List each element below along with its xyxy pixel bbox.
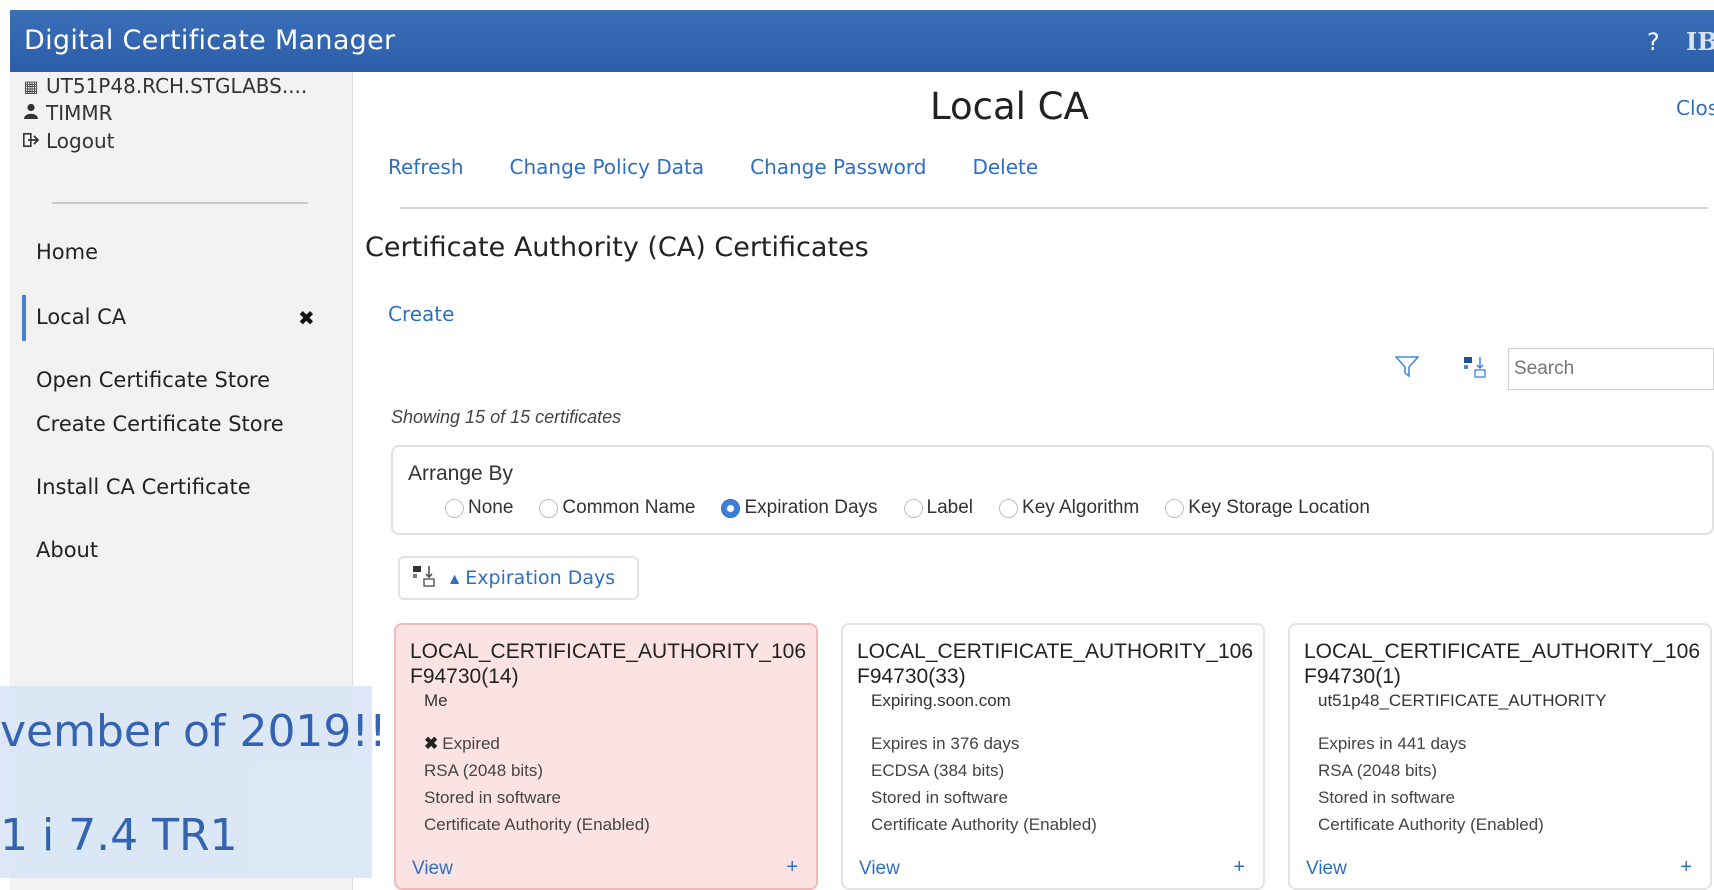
radio-label: Key Storage Location <box>1188 497 1370 518</box>
change-policy-data-link[interactable]: Change Policy Data <box>510 155 705 179</box>
expand-icon[interactable]: + <box>786 856 798 879</box>
certificate-details: ✖ Expired RSA (2048 bits) Stored in softw… <box>424 730 650 838</box>
logout-label: Logout <box>46 129 115 153</box>
filter-icon[interactable] <box>1394 356 1420 382</box>
certificate-subject: Expiring.soon.com <box>871 691 1011 710</box>
change-password-link[interactable]: Change Password <box>750 155 926 179</box>
certificate-role: Certificate Authority (Enabled) <box>871 815 1097 834</box>
certificate-details: Expires in 441 days RSA (2048 bits) Stor… <box>1318 730 1544 838</box>
certificate-storage: Stored in software <box>871 788 1009 807</box>
sidebar-divider <box>52 202 308 204</box>
radio-label-option[interactable]: Label <box>903 497 974 519</box>
sidebar-item-home[interactable]: Home <box>36 240 98 264</box>
sidebar-item-about[interactable]: About <box>36 538 98 562</box>
sort-icon[interactable] <box>1463 356 1487 382</box>
radio-common-name[interactable]: Common Name <box>539 497 695 519</box>
view-link[interactable]: View <box>859 858 900 880</box>
radio-label: None <box>468 497 514 518</box>
title-bar: Digital Certificate Manager ? IB <box>10 10 1714 72</box>
certificate-card[interactable]: LOCAL_CERTIFICATE_AUTHORITY_106F94730(33… <box>841 623 1265 890</box>
expired-icon: ✖ <box>424 734 439 753</box>
radio-key-storage-location[interactable]: Key Storage Location <box>1165 497 1370 519</box>
certificate-name: LOCAL_CERTIFICATE_AUTHORITY_106F94730(1) <box>1304 640 1701 688</box>
arrange-by-options: None Common Name Expiration Days Label K… <box>445 497 1370 519</box>
radio-key-algorithm[interactable]: Key Algorithm <box>999 497 1139 519</box>
close-icon[interactable]: ✖ <box>298 306 315 330</box>
radio-dot[interactable] <box>999 498 1019 518</box>
logout-icon <box>22 132 40 151</box>
ibm-logo: IB <box>1686 27 1714 56</box>
radio-label: Expiration Days <box>744 497 878 518</box>
certificate-name: LOCAL_CERTIFICATE_AUTHORITY_106F94730(33… <box>857 640 1254 688</box>
arrange-by-label: Arrange By <box>408 462 514 485</box>
section-title: Certificate Authority (CA) Certificates <box>365 232 869 263</box>
delete-link[interactable]: Delete <box>972 155 1038 179</box>
system-name-label: UT51P48.RCH.STGLABS.... <box>46 74 308 98</box>
certificate-card[interactable]: LOCAL_CERTIFICATE_AUTHORITY_106F94730(14… <box>394 623 818 890</box>
certificate-status: Expires in 441 days <box>1318 734 1467 753</box>
radio-none[interactable]: None <box>445 497 513 519</box>
radio-expiration-days[interactable]: Expiration Days <box>721 497 878 519</box>
overlay-banner: vember of 2019!! 1 i 7.4 TR1 <box>0 686 387 878</box>
radio-dot[interactable] <box>903 498 923 518</box>
user-icon <box>22 103 40 123</box>
radio-label: Key Algorithm <box>1022 497 1140 518</box>
expand-icon[interactable]: + <box>1233 856 1245 879</box>
view-link[interactable]: View <box>412 858 453 880</box>
sidebar-item-create-certificate-store[interactable]: Create Certificate Store <box>36 412 284 436</box>
sidebar-item-open-certificate-store[interactable]: Open Certificate Store <box>36 368 270 392</box>
arrange-by-panel: Arrange By None Common Name Expiration D… <box>391 445 1714 535</box>
close-link[interactable]: Clos <box>1676 96 1714 120</box>
certificate-algorithm: RSA (2048 bits) <box>424 761 544 780</box>
refresh-link[interactable]: Refresh <box>388 155 464 179</box>
certificate-status-text: Expired <box>442 734 500 753</box>
action-bar: Refresh Change Policy Data Change Passwo… <box>388 155 1038 179</box>
search-input[interactable] <box>1508 348 1714 390</box>
certificate-name: LOCAL_CERTIFICATE_AUTHORITY_106F94730(14… <box>410 640 807 688</box>
sidebar-item-install-ca-certificate[interactable]: Install CA Certificate <box>36 475 251 499</box>
radio-label: Common Name <box>562 497 696 518</box>
radio-dot[interactable] <box>539 498 559 518</box>
radio-dot[interactable] <box>1165 498 1185 518</box>
certificate-algorithm: RSA (2048 bits) <box>1318 761 1438 780</box>
radio-dot-selected[interactable] <box>721 498 741 518</box>
radio-dot[interactable] <box>445 498 464 518</box>
user-name: TIMMR <box>22 101 113 125</box>
certificate-subject: ut51p48_CERTIFICATE_AUTHORITY <box>1318 691 1607 710</box>
active-indicator <box>22 295 26 341</box>
certificate-status: ✖ Expired <box>424 730 650 757</box>
app-title: Digital Certificate Manager <box>24 25 396 56</box>
certificate-subject: Me <box>424 691 448 710</box>
certificate-status: Expires in 376 days <box>871 734 1020 753</box>
create-link[interactable]: Create <box>388 302 454 326</box>
page-title: Local CA <box>930 85 1089 128</box>
system-name: ▦ UT51P48.RCH.STGLABS.... <box>22 74 307 98</box>
certificate-card[interactable]: LOCAL_CERTIFICATE_AUTHORITY_106F94730(1)… <box>1288 623 1712 890</box>
sort-label: ▲ Expiration Days <box>450 567 615 589</box>
sort-label-text: Expiration Days <box>465 567 616 589</box>
sidebar-item-local-ca[interactable]: Local CA <box>36 305 126 329</box>
banner-line-1: vember of 2019!! <box>0 706 387 757</box>
help-icon[interactable]: ? <box>1647 28 1660 56</box>
certificate-role: Certificate Authority (Enabled) <box>424 815 650 834</box>
expand-icon[interactable]: + <box>1680 856 1692 879</box>
certificate-storage: Stored in software <box>1318 788 1456 807</box>
radio-label: Label <box>926 497 974 518</box>
results-count: Showing 15 of 15 certificates <box>391 407 622 427</box>
certificate-role: Certificate Authority (Enabled) <box>1318 815 1544 834</box>
certificate-storage: Stored in software <box>424 788 562 807</box>
certificate-details: Expires in 376 days ECDSA (384 bits) Sto… <box>871 730 1097 838</box>
banner-line-2: 1 i 7.4 TR1 <box>0 810 238 861</box>
view-link[interactable]: View <box>1306 858 1347 880</box>
user-name-label: TIMMR <box>46 101 113 125</box>
sort-icon <box>412 565 436 591</box>
logout-link[interactable]: Logout <box>22 129 114 153</box>
sort-expiration-days-button[interactable]: ▲ Expiration Days <box>398 556 639 600</box>
certificate-algorithm: ECDSA (384 bits) <box>871 761 1005 780</box>
sort-ascending-icon: ▲ <box>450 571 460 586</box>
server-icon: ▦ <box>23 76 39 96</box>
main-divider <box>400 207 1708 209</box>
